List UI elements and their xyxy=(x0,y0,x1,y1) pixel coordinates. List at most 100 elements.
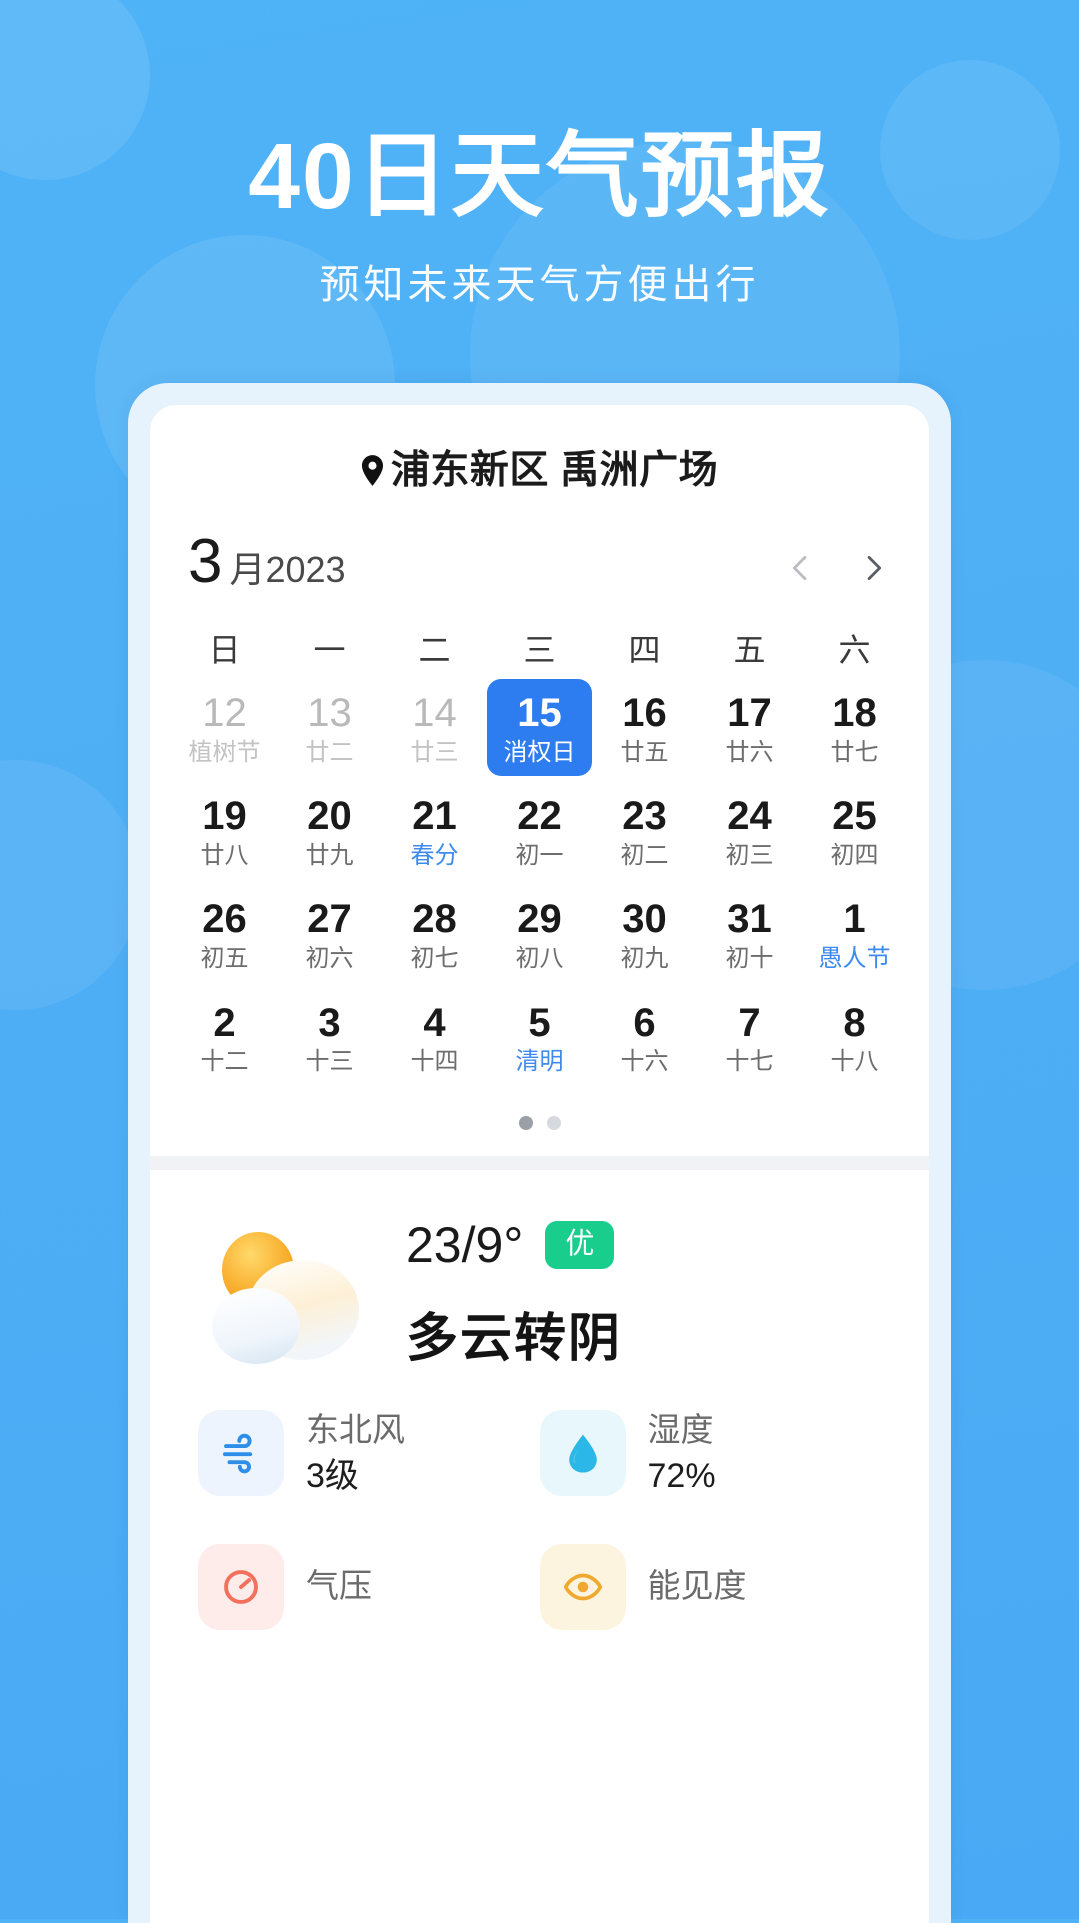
visibility-icon xyxy=(539,1544,626,1631)
weather-detail-text: 湿度 72% xyxy=(648,1409,716,1498)
calendar-day-cell[interactable]: 13 廿二 xyxy=(277,679,382,776)
calendar-day-number: 23 xyxy=(622,794,667,839)
calendar-day-cell[interactable]: 7 十七 xyxy=(697,989,802,1086)
calendar-day-number: 12 xyxy=(202,691,247,735)
calendar-day-number: 17 xyxy=(727,691,772,735)
weather-detail-text: 能见度 xyxy=(648,1565,747,1610)
weekday-label: 三 xyxy=(523,632,556,668)
calendar-day-cell[interactable]: 24 初三 xyxy=(697,782,802,879)
background-blob xyxy=(0,760,140,1010)
calendar-day-cell[interactable]: 2 十二 xyxy=(172,989,277,1086)
weather-detail-text: 气压 xyxy=(306,1565,372,1610)
calendar-day-lunar: 初一 xyxy=(515,841,564,869)
calendar-day-cell[interactable]: 1 愚人节 xyxy=(802,885,907,982)
calendar-day-lunar: 十六 xyxy=(620,1048,669,1076)
calendar-day-lunar: 十三 xyxy=(305,1048,354,1076)
calendar-day-lunar: 植树节 xyxy=(188,738,261,766)
month-display: 3 月2023 xyxy=(188,531,346,593)
weather-detail-item: 东北风 3级 xyxy=(198,1409,540,1498)
weather-detail-value: 72% xyxy=(647,1457,716,1495)
weather-condition: 多云转阴 xyxy=(406,1309,623,1368)
weather-detail-item: 湿度 72% xyxy=(539,1409,882,1498)
water-drop-icon xyxy=(539,1410,626,1497)
calendar-day-number: 2 xyxy=(213,1000,236,1045)
location-bar[interactable]: 浦东新区 禹洲广场 xyxy=(150,405,929,511)
calendar-day-cell[interactable]: 22 初一 xyxy=(487,782,592,879)
chevron-left-icon[interactable] xyxy=(783,551,817,585)
calendar-day-cell[interactable]: 21 春分 xyxy=(382,782,487,879)
calendar-day-cell[interactable]: 31 初十 xyxy=(697,885,802,982)
hero-section: 40日天气预报 预知未来天气方便出行 xyxy=(0,0,1079,310)
calendar-day-lunar: 初四 xyxy=(830,841,879,869)
weather-detail-text: 东北风 3级 xyxy=(306,1409,405,1498)
calendar-day-lunar: 清明 xyxy=(515,1048,564,1076)
calendar-day-cell[interactable]: 18 廿七 xyxy=(802,679,907,776)
weather-text-block: 23/9° 优 多云转阴 xyxy=(406,1216,622,1371)
calendar-day-cell[interactable]: 29 初八 xyxy=(487,885,592,982)
phone-mockup: 浦东新区 禹洲广场 3 月2023 日一二三四五六 12 植树节 13 廿二 14 廿三 1… xyxy=(128,383,951,1923)
weather-detail-value: 3级 xyxy=(306,1457,359,1495)
calendar-day-cell[interactable]: 12 植树节 xyxy=(172,679,277,776)
calendar-day-cell[interactable]: 19 廿八 xyxy=(172,782,277,879)
location-pin-icon xyxy=(361,452,384,486)
calendar-day-cell[interactable]: 8 十八 xyxy=(802,989,907,1086)
app-screen: 浦东新区 禹洲广场 3 月2023 日一二三四五六 12 植树节 13 廿二 14 廿三 1… xyxy=(150,405,929,1923)
calendar-day-number: 14 xyxy=(412,691,457,735)
calendar-pager[interactable] xyxy=(150,1086,929,1156)
calendar-day-cell[interactable]: 17 廿六 xyxy=(697,679,802,776)
calendar-day-lunar: 初二 xyxy=(620,841,669,869)
calendar-day-number: 7 xyxy=(738,1000,761,1045)
weekday-label: 一 xyxy=(313,632,346,668)
calendar-day-cell[interactable]: 28 初七 xyxy=(382,885,487,982)
calendar-day-number: 21 xyxy=(412,794,457,839)
weekday-label: 五 xyxy=(733,632,766,668)
calendar-day-cell[interactable]: 15 消权日 xyxy=(487,679,592,777)
calendar-day-lunar: 廿五 xyxy=(620,738,669,766)
calendar-day-number: 18 xyxy=(832,691,877,735)
calendar-day-lunar: 初六 xyxy=(305,945,354,973)
calendar-day-cell[interactable]: 30 初九 xyxy=(592,885,697,982)
calendar-day-number: 3 xyxy=(318,1000,341,1045)
calendar-day-number: 5 xyxy=(528,1000,551,1045)
location-label: 浦东新区 禹洲广场 xyxy=(361,439,718,495)
pager-dot[interactable] xyxy=(546,1115,561,1130)
calendar-day-cell[interactable]: 25 初四 xyxy=(802,782,907,879)
calendar-day-cell[interactable]: 4 十四 xyxy=(382,989,487,1086)
weather-detail-label: 东北风 xyxy=(306,1410,405,1448)
calendar-day-lunar: 廿三 xyxy=(410,738,459,766)
calendar-day-cell[interactable]: 16 廿五 xyxy=(592,679,697,776)
calendar-day-lunar: 廿八 xyxy=(200,841,249,869)
calendar-day-cell[interactable]: 5 清明 xyxy=(487,989,592,1086)
calendar-day-lunar: 廿二 xyxy=(305,738,354,766)
calendar-day-number: 8 xyxy=(843,1000,866,1045)
calendar-day-lunar: 十四 xyxy=(410,1048,459,1076)
calendar-day-cell[interactable]: 20 廿九 xyxy=(277,782,382,879)
calendar-day-lunar: 初十 xyxy=(725,945,774,973)
calendar-day-number: 22 xyxy=(517,794,562,839)
wind-icon xyxy=(198,1410,284,1497)
calendar-day-number: 28 xyxy=(412,897,457,942)
temperature-row: 23/9° 优 xyxy=(406,1216,622,1274)
weekday-label: 四 xyxy=(628,632,661,668)
chevron-right-icon[interactable] xyxy=(857,551,891,585)
calendar-day-lunar: 初九 xyxy=(620,945,669,973)
calendar-day-number: 20 xyxy=(307,794,352,839)
month-number: 3 xyxy=(188,527,223,596)
calendar-day-lunar: 春分 xyxy=(410,841,459,869)
page-subtitle: 预知未来天气方便出行 xyxy=(319,262,760,307)
calendar-day-lunar: 十二 xyxy=(200,1048,249,1076)
calendar-day-lunar: 初五 xyxy=(200,945,249,973)
calendar-day-cell[interactable]: 27 初六 xyxy=(277,885,382,982)
pager-dot[interactable] xyxy=(518,1115,533,1130)
calendar-day-number: 13 xyxy=(307,691,352,735)
weather-summary: 23/9° 优 多云转阴 xyxy=(150,1170,929,1381)
calendar-day-cell[interactable]: 26 初五 xyxy=(172,885,277,982)
section-divider xyxy=(150,1155,929,1170)
calendar-day-number: 30 xyxy=(622,897,667,942)
calendar-day-cell[interactable]: 14 廿三 xyxy=(382,679,487,776)
calendar-day-cell[interactable]: 6 十六 xyxy=(592,989,697,1086)
calendar-day-cell[interactable]: 3 十三 xyxy=(277,989,382,1086)
weather-detail-label: 气压 xyxy=(306,1566,372,1604)
weather-detail-label: 能见度 xyxy=(647,1566,747,1604)
calendar-day-cell[interactable]: 23 初二 xyxy=(592,782,697,879)
